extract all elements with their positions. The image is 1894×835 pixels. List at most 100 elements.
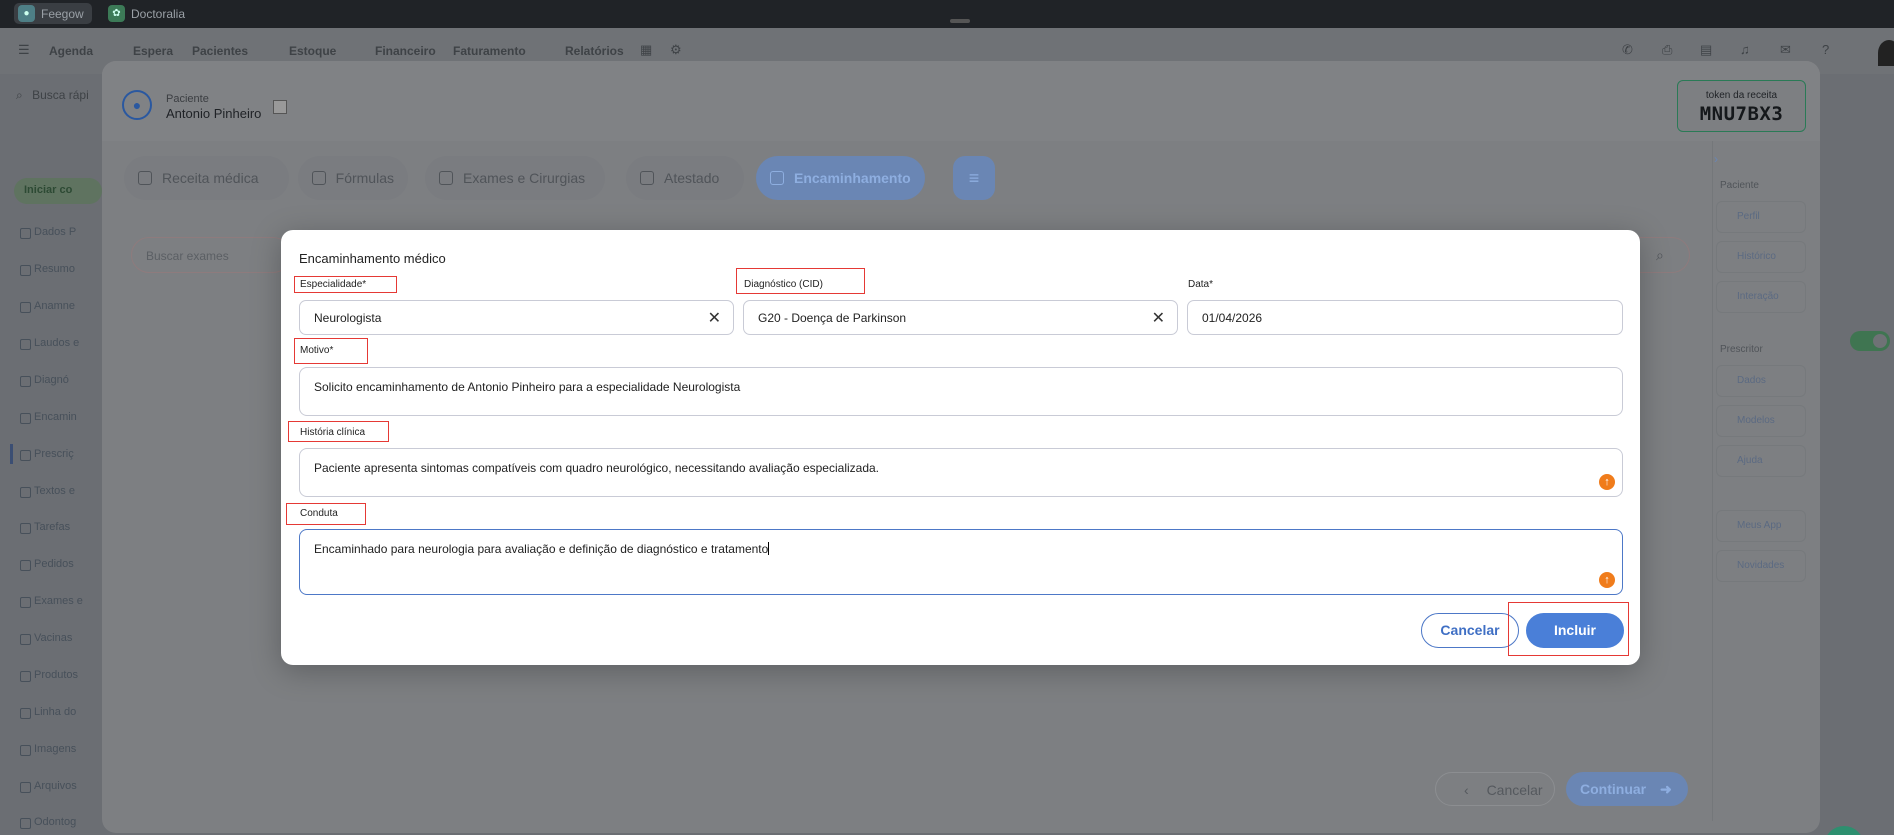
chat-bubble-icon[interactable] (1824, 826, 1864, 835)
tab-doctoralia[interactable]: ✿ Doctoralia (104, 3, 193, 24)
nav-espera[interactable]: Espera (133, 44, 173, 58)
tab-label: Atestado (664, 170, 720, 186)
rp-dados-button[interactable]: Dados (1716, 365, 1806, 397)
token-box: token da receita MNU7BX3 (1677, 80, 1806, 132)
sidebar-item[interactable]: Resumo (20, 263, 75, 276)
ai-suggest-icon[interactable]: ↑ (1599, 474, 1615, 490)
sidebar-item[interactable]: Arquivos (20, 780, 77, 793)
nav-estoque[interactable]: Estoque (289, 44, 336, 58)
grid-icon[interactable]: ▤ (1700, 42, 1712, 58)
bg-search-placeholder: Busca rápi (32, 88, 89, 102)
especialidade-value: Neurologista (314, 310, 382, 325)
tab-formulas[interactable]: Fórmulas (298, 156, 408, 200)
top-bar: ● Feegow ✿ Doctoralia (0, 0, 1894, 28)
chart-icon[interactable]: ▦ (640, 42, 652, 58)
sidebar-item[interactable]: Odontog (19, 816, 76, 829)
tab-exames-cirurgias[interactable]: Exames e Cirurgias (425, 156, 605, 200)
rp-interacao-button[interactable]: Interação (1716, 281, 1806, 313)
ai-suggest-icon[interactable]: ↑ (1599, 572, 1615, 588)
especialidade-select[interactable]: Neurologista ✕ (299, 300, 734, 335)
bg-start-button[interactable]: Iniciar co (14, 178, 102, 204)
sidebar-item[interactable]: Laudos e (19, 337, 79, 350)
rp-modelos-button[interactable]: Modelos (1716, 405, 1806, 437)
gear-icon[interactable]: ⚙ (670, 42, 682, 58)
historia-textarea[interactable]: Paciente apresenta sintomas compatíveis … (299, 448, 1623, 497)
sidebar-item[interactable]: Anamne (20, 300, 75, 313)
tab-label: Encaminhamento (794, 170, 911, 186)
user-icon: ● (122, 90, 152, 120)
highlight-box (294, 276, 397, 293)
sidebar-item[interactable]: Prescriç (20, 448, 74, 461)
rp-ajuda-button[interactable]: Ajuda (1716, 445, 1806, 477)
arrow-right-icon: ➜ (1660, 781, 1672, 797)
sidebar-item[interactable]: Diagnó (20, 374, 69, 387)
nav-financeiro[interactable]: Financeiro (375, 44, 436, 58)
sidebar-item[interactable]: Produtos (19, 669, 78, 682)
window-drag-handle[interactable] (950, 19, 970, 23)
rp-novidades-button[interactable]: Novidades (1716, 550, 1806, 582)
rp-meus-app-button[interactable]: Meus App (1716, 510, 1806, 542)
token-label: token da receita (1705, 90, 1778, 101)
chat-icon[interactable]: ✉ (1780, 42, 1791, 58)
rp-historico-button[interactable]: Histórico (1716, 241, 1806, 273)
tab-feegow[interactable]: ● Feegow (14, 3, 92, 24)
broken-image-icon (273, 100, 287, 114)
motivo-textarea[interactable]: Solicito encaminhamento de Antonio Pinhe… (299, 367, 1623, 416)
bg-search[interactable]: ⌕ Busca rápi (16, 88, 106, 114)
phone-icon[interactable]: ✆ (1622, 42, 1633, 58)
tab-label: Exames e Cirurgias (463, 170, 586, 186)
nav-pacientes[interactable]: Pacientes (192, 44, 248, 58)
nav-agenda[interactable]: Agenda (49, 44, 93, 58)
tab-label: Receita médica (162, 170, 259, 186)
print-icon[interactable]: ⎙ (1662, 42, 1672, 58)
tab-encaminhamento[interactable]: Encaminhamento (756, 156, 925, 200)
sidebar-item[interactable]: Imagens (19, 743, 76, 756)
document-icon (770, 171, 784, 185)
doctoralia-logo-icon: ✿ (108, 5, 125, 22)
highlight-box (294, 338, 368, 364)
sidebar-item[interactable]: Tarefas (19, 521, 70, 534)
sidebar-item[interactable]: Linha do (19, 706, 76, 719)
clear-icon[interactable]: ✕ (708, 308, 721, 328)
modal-continue-button[interactable]: Continuar ➜ (1566, 772, 1688, 806)
nav-faturamento[interactable]: Faturamento (453, 44, 526, 58)
modal-cancel-button[interactable]: ‹ Cancelar (1435, 772, 1555, 806)
rp-section-prescritor: Prescritor (1720, 344, 1763, 355)
toggle-switch[interactable] (1850, 331, 1890, 351)
tab-label: Doctoralia (131, 6, 186, 21)
sidebar-item[interactable]: Vacinas (19, 632, 72, 645)
sidebar-item[interactable]: Dados P (19, 226, 76, 239)
bell-icon[interactable]: ♫ (1740, 42, 1750, 57)
highlight-box (736, 268, 865, 294)
diagnostico-value: G20 - Doença de Parkinson (758, 310, 907, 325)
nav-relatorios[interactable]: Relatórios (565, 44, 624, 58)
syringe-icon (439, 171, 453, 185)
search-icon[interactable]: ⌕ (1638, 237, 1690, 273)
sidebar-item[interactable]: Pedidos (20, 558, 74, 571)
tab-receita-medica[interactable]: Receita médica (124, 156, 289, 200)
date-input[interactable]: 01/04/2026 (1187, 300, 1623, 335)
menu-icon[interactable]: ☰ (18, 42, 30, 58)
sidebar-item[interactable]: Encamin (20, 411, 77, 424)
patient-label: Paciente (166, 93, 209, 105)
modal-continue-label: Continuar (1580, 781, 1647, 797)
clear-icon[interactable]: ✕ (1152, 308, 1165, 328)
sidebar-item[interactable]: Textos e (20, 485, 75, 498)
highlight-box (288, 421, 389, 442)
conduta-textarea[interactable]: Encaminhado para neurologia para avaliaç… (299, 529, 1623, 595)
conduta-text: Encaminhado para neurologia para avaliaç… (314, 542, 769, 556)
sidebar-item[interactable]: Exames e (20, 595, 83, 608)
exam-search-input[interactable]: Buscar exames (131, 237, 291, 273)
cancel-button[interactable]: Cancelar (1421, 613, 1519, 648)
rp-perfil-button[interactable]: Perfil (1716, 201, 1806, 233)
token-value: MNU7BX3 (1699, 103, 1784, 125)
more-tabs-button[interactable]: ≡ (953, 156, 995, 200)
patient-name: Antonio Pinheiro (166, 106, 262, 121)
tab-atestado[interactable]: Atestado (626, 156, 744, 200)
user-avatar[interactable] (1878, 40, 1894, 66)
chevron-left-icon: ‹ (1464, 782, 1469, 798)
help-icon[interactable]: ? (1822, 42, 1829, 57)
diagnostico-select[interactable]: G20 - Doença de Parkinson ✕ (743, 300, 1178, 335)
data-label: Data* (1188, 279, 1214, 290)
chevron-right-icon[interactable]: › (1714, 152, 1718, 166)
